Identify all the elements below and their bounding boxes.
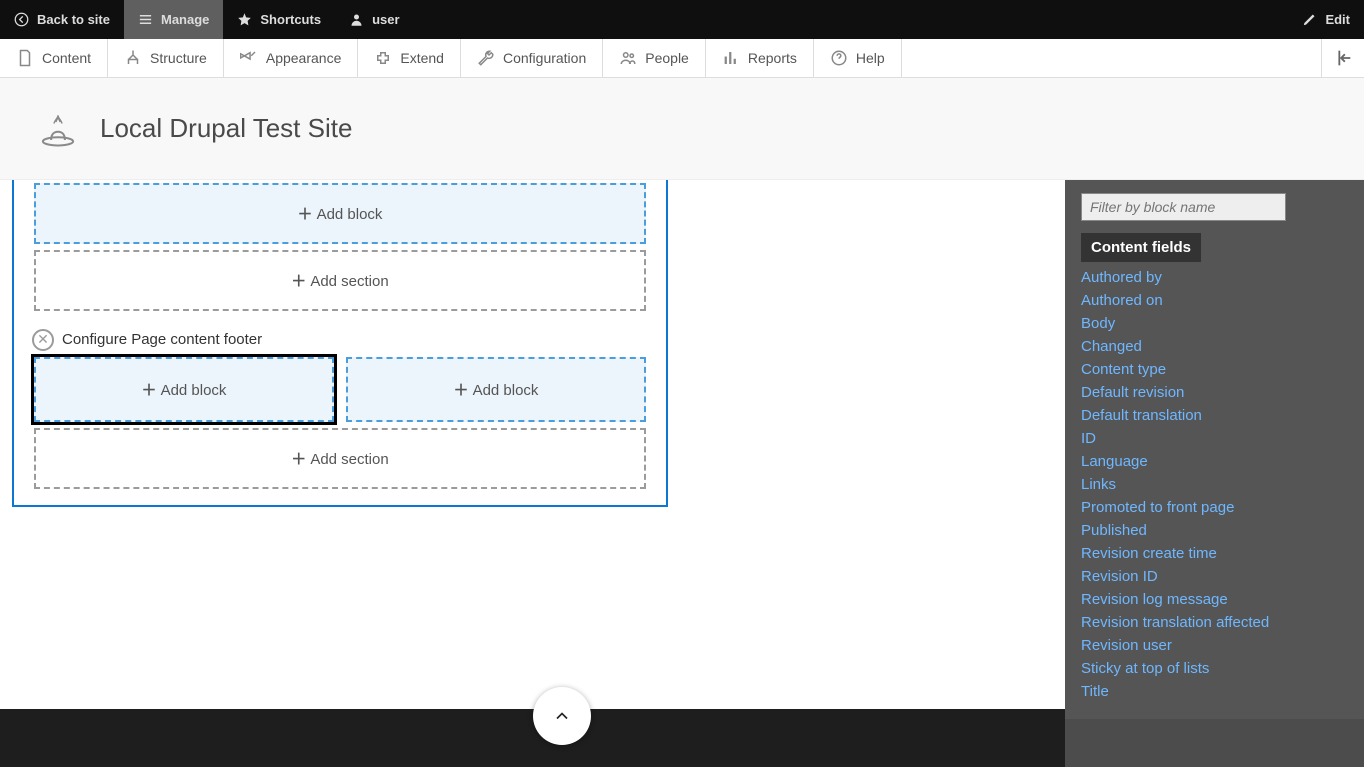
nav-people[interactable]: People xyxy=(603,39,706,77)
add-section-label: Add section xyxy=(310,273,388,290)
back-to-site-button[interactable]: Back to site xyxy=(0,0,124,39)
add-section-1[interactable]: ＋Add section xyxy=(34,250,646,311)
hamburger-icon xyxy=(138,12,153,27)
block-filter-input[interactable] xyxy=(1081,193,1286,221)
block-option[interactable]: Authored by xyxy=(1081,266,1348,289)
back-label: Back to site xyxy=(37,12,110,27)
section-config-footer: ✕ Configure Page content footer xyxy=(32,329,666,351)
help-icon xyxy=(830,49,848,67)
block-option[interactable]: Default translation xyxy=(1081,404,1348,427)
add-block-footer-right[interactable]: ＋Add block xyxy=(346,357,646,422)
manage-label: Manage xyxy=(161,12,209,27)
nav-people-label: People xyxy=(645,50,689,66)
pencil-icon xyxy=(1302,12,1317,27)
extend-icon xyxy=(374,49,392,67)
top-toolbar: Back to site Manage Shortcuts user Edit xyxy=(0,0,1364,39)
block-option[interactable]: Changed xyxy=(1081,335,1348,358)
plus-icon: ＋ xyxy=(291,451,306,468)
block-category-heading: Content fields xyxy=(1081,233,1201,262)
nav-appearance-label: Appearance xyxy=(266,50,342,66)
plus-icon: ＋ xyxy=(454,382,469,399)
block-option[interactable]: Revision ID xyxy=(1081,565,1348,588)
star-icon xyxy=(237,12,252,27)
block-option[interactable]: Published xyxy=(1081,519,1348,542)
nav-help[interactable]: Help xyxy=(814,39,902,77)
plus-icon: ＋ xyxy=(142,382,157,399)
chevron-up-icon xyxy=(552,706,572,726)
add-section-2[interactable]: ＋Add section xyxy=(34,428,646,489)
nav-structure[interactable]: Structure xyxy=(108,39,224,77)
site-header: Local Drupal Test Site xyxy=(0,78,1364,180)
structure-icon xyxy=(124,49,142,67)
nav-extend-label: Extend xyxy=(400,50,444,66)
footer-section-columns: ＋Add block ＋Add block xyxy=(34,357,646,422)
block-option[interactable]: Links xyxy=(1081,473,1348,496)
block-list: Authored byAuthored onBodyChangedContent… xyxy=(1065,262,1364,719)
nav-help-label: Help xyxy=(856,50,885,66)
block-chooser-panel: Choose a block ✕ Create custom block Con… xyxy=(1065,78,1364,767)
toolbar-collapse[interactable] xyxy=(1321,39,1364,77)
block-option[interactable]: Authored on xyxy=(1081,289,1348,312)
block-option[interactable]: Sticky at top of lists xyxy=(1081,657,1348,680)
block-option[interactable]: Language xyxy=(1081,450,1348,473)
user-icon xyxy=(349,12,364,27)
reports-icon xyxy=(722,49,740,67)
appearance-icon xyxy=(240,49,258,67)
edit-button[interactable]: Edit xyxy=(1288,0,1364,39)
add-block-footer-left[interactable]: ＋Add block xyxy=(34,357,334,422)
remove-section-button[interactable]: ✕ xyxy=(32,329,54,351)
site-name: Local Drupal Test Site xyxy=(100,113,352,144)
nav-appearance[interactable]: Appearance xyxy=(224,39,359,77)
admin-toolbar: Content Structure Appearance Extend Conf… xyxy=(0,39,1364,78)
nav-content[interactable]: Content xyxy=(0,39,108,77)
configure-footer-link[interactable]: Configure Page content footer xyxy=(62,331,262,348)
block-chooser-scroll[interactable]: Choose a block ✕ Create custom block Con… xyxy=(1065,78,1364,767)
shortcuts-label: Shortcuts xyxy=(260,12,321,27)
add-block-label: Add block xyxy=(161,382,227,399)
add-section-label: Add section xyxy=(310,451,388,468)
block-option[interactable]: Revision translation affected xyxy=(1081,611,1348,634)
block-option[interactable]: ID xyxy=(1081,427,1348,450)
filter-wrap xyxy=(1065,179,1364,227)
block-option[interactable]: Title xyxy=(1081,680,1348,703)
collapse-icon xyxy=(1332,47,1354,69)
edit-label: Edit xyxy=(1325,12,1350,27)
nav-configuration[interactable]: Configuration xyxy=(461,39,603,77)
nav-structure-label: Structure xyxy=(150,50,207,66)
block-option[interactable]: Revision create time xyxy=(1081,542,1348,565)
wrench-icon xyxy=(477,49,495,67)
add-block-label: Add block xyxy=(317,206,383,223)
nav-content-label: Content xyxy=(42,50,91,66)
site-logo-icon xyxy=(36,107,80,151)
nav-extend[interactable]: Extend xyxy=(358,39,461,77)
plus-icon: ＋ xyxy=(291,273,306,290)
shortcuts-button[interactable]: Shortcuts xyxy=(223,0,335,39)
user-label: user xyxy=(372,12,399,27)
block-option[interactable]: Revision log message xyxy=(1081,588,1348,611)
nav-reports-label: Reports xyxy=(748,50,797,66)
content-icon xyxy=(16,49,34,67)
add-block-label: Add block xyxy=(473,382,539,399)
block-option[interactable]: Revision user xyxy=(1081,634,1348,657)
add-block-region-1[interactable]: ＋Add block xyxy=(34,183,646,244)
back-icon xyxy=(14,12,29,27)
block-option[interactable]: Default revision xyxy=(1081,381,1348,404)
block-option[interactable]: Content type xyxy=(1081,358,1348,381)
manage-button[interactable]: Manage xyxy=(124,0,223,39)
block-option[interactable]: Promoted to front page xyxy=(1081,496,1348,519)
block-option[interactable]: Body xyxy=(1081,312,1348,335)
user-button[interactable]: user xyxy=(335,0,413,39)
people-icon xyxy=(619,49,637,67)
scroll-up-button[interactable] xyxy=(533,687,591,745)
plus-icon: ＋ xyxy=(298,206,313,223)
nav-configuration-label: Configuration xyxy=(503,50,586,66)
nav-reports[interactable]: Reports xyxy=(706,39,814,77)
